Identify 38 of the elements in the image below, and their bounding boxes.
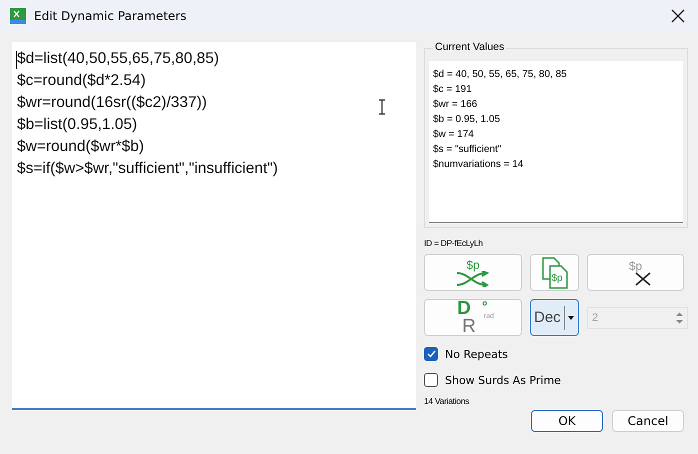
option-checkbox[interactable]: Show Surds As Prime [424, 373, 688, 387]
script-line: $d=list(40,50,55,65,75,80,85) [17, 49, 220, 69]
degree-mark: ° [481, 300, 488, 312]
value-line: $s = "sufficient" [433, 143, 502, 157]
radian-letter: R [462, 316, 476, 336]
checkmark-icon [426, 350, 436, 358]
shuffle-icon [456, 270, 490, 286]
value-line: $wr = 166 [433, 98, 478, 112]
format-dropdown[interactable]: Dec [530, 299, 579, 336]
script-line: $c=round($d*2.54) [17, 71, 146, 91]
app-icon [10, 8, 26, 24]
script-line: $wr=round(16sr(($c2)/337)) [17, 93, 207, 113]
value-line: $c = 191 [433, 83, 473, 97]
value-line: $w = 174 [433, 128, 475, 142]
cross-icon [634, 272, 652, 286]
group-title: Current Values [433, 41, 506, 53]
script-line: $s=if($w>$wr,"sufficient","insufficient") [17, 159, 278, 179]
id-label: ID = DP-fEcLyLh [424, 238, 484, 248]
copy-icon [542, 256, 568, 288]
dialog-button[interactable]: OK [531, 410, 603, 432]
window-title: Edit Dynamic Parameters [34, 9, 188, 23]
parameter-symbol: $p [628, 260, 642, 272]
text-cursor [16, 51, 17, 69]
shuffle-button[interactable]: $p [424, 254, 522, 291]
script-line: $b=list(0.95,1.05) [17, 115, 138, 135]
ibeam-cursor-icon [378, 99, 386, 115]
degree-letter: D [457, 300, 471, 316]
value-line: $d = 40, 50, 55, 65, 75, 80, 85 [433, 68, 568, 82]
option-checkbox[interactable]: No Repeats [424, 347, 688, 361]
variations-count: 14 Variations [424, 396, 470, 406]
value-line: $numvariations = 14 [433, 158, 524, 172]
dialog-button[interactable]: Cancel [612, 410, 684, 432]
parameter-symbol: $p [466, 258, 480, 270]
value-line: $b = 0.95, 1.05 [433, 113, 502, 127]
copy-button[interactable]: $p [530, 254, 579, 291]
script-line: $w=round($wr*$b) [17, 137, 144, 157]
script-editor[interactable]: $d=list(40,50,55,65,75,80,85) $c=round($d*2.54) $wr=round(16sr(($c2)/337)) $b=list(0.95,1.05) $w=round($wr*$b) $s=if($w>$wr,"sufficient","insufficient") [12, 42, 416, 410]
parameter-symbol: $p [552, 272, 563, 284]
